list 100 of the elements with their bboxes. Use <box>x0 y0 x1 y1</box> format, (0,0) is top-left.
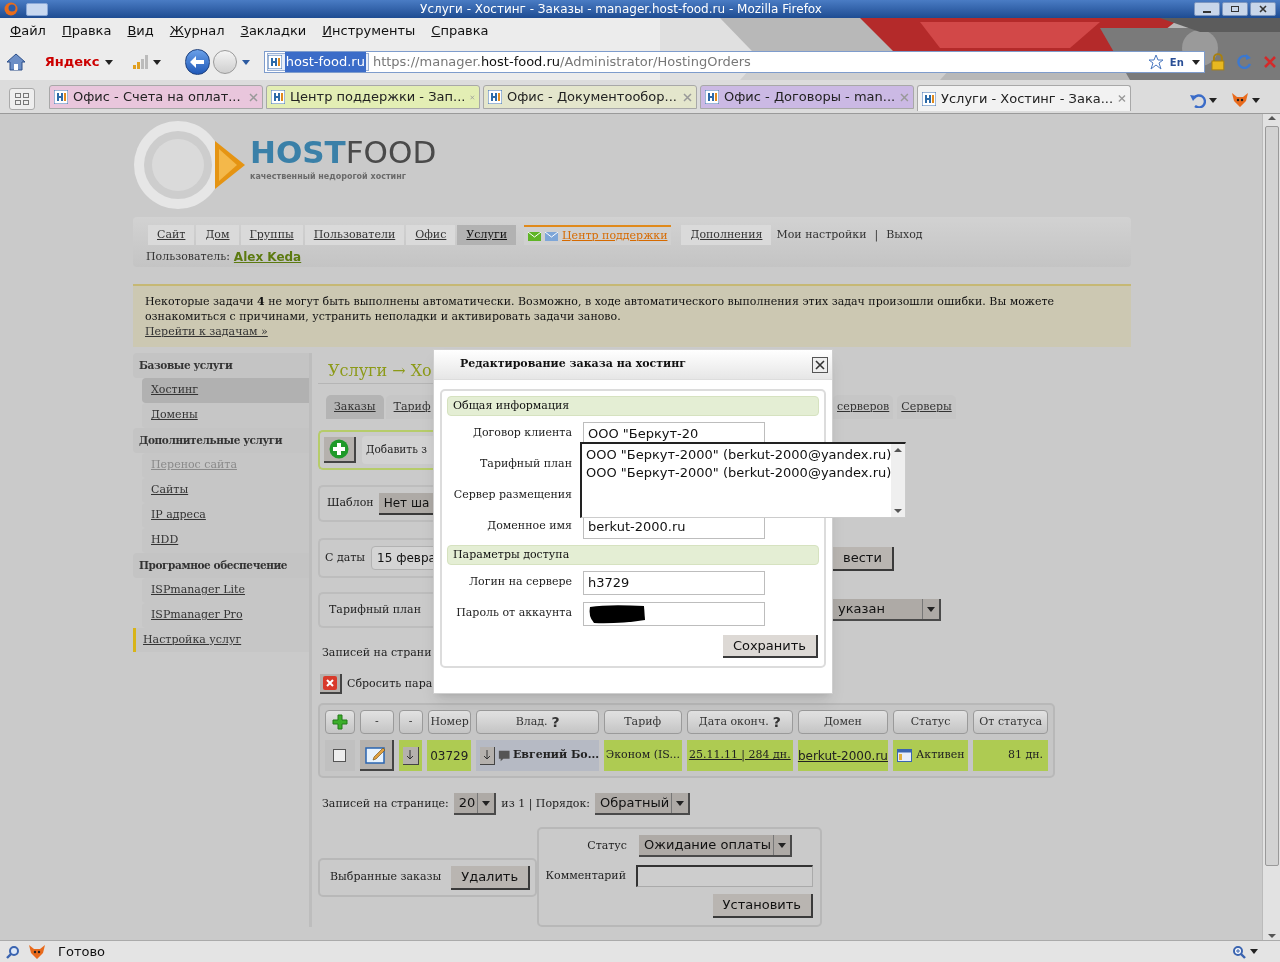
sidebar-item[interactable]: ISPmanager Pro <box>142 603 309 628</box>
sidebar-item[interactable]: Настройка услуг <box>133 628 309 652</box>
nav-tab[interactable]: Группы <box>240 225 303 245</box>
window-menu-icon[interactable] <box>26 2 48 16</box>
edit-button[interactable] <box>359 740 394 771</box>
stop-icon <box>1263 55 1278 69</box>
status-select[interactable]: Ожидание оплаты <box>639 835 792 857</box>
nav-tab[interactable]: Пользователи <box>304 225 405 245</box>
browser-tab[interactable]: Офис - Договоры - man... <box>700 85 914 109</box>
close-button[interactable] <box>812 356 828 373</box>
down-arrow-icon <box>407 750 413 760</box>
menu-item[interactable]: Справка <box>431 21 489 41</box>
sidebar-item[interactable]: Сайты <box>142 478 309 503</box>
column-header[interactable]: Тариф <box>603 710 682 734</box>
password-field[interactable] <box>583 601 765 626</box>
nav-link[interactable]: Выход <box>883 225 926 245</box>
zoom-button[interactable] <box>1232 944 1258 959</box>
add-order-button[interactable]: Добавить з <box>362 436 433 464</box>
sidebar-item[interactable]: Домены <box>142 403 309 428</box>
search-engine-button[interactable]: Яндекс <box>38 50 119 74</box>
input-field[interactable]: h3729 <box>583 570 765 595</box>
sub-tab[interactable]: серверов <box>833 395 894 419</box>
maximize-button[interactable] <box>1222 2 1248 16</box>
set-status-button[interactable]: Установить <box>712 894 813 918</box>
move-down-button[interactable] <box>402 746 419 765</box>
comment-field[interactable] <box>636 865 813 887</box>
sidebar-header: Базовые услуги <box>133 353 309 378</box>
browser-tab[interactable]: Центр поддержки - Зап... <box>266 85 480 109</box>
star-icon[interactable] <box>1147 54 1164 70</box>
save-button[interactable]: Сохранить <box>722 635 818 658</box>
reset-button[interactable] <box>320 674 342 694</box>
browser-tab[interactable]: Офис - Документообор... <box>483 85 697 109</box>
nav-link[interactable]: Мои настройки <box>773 225 870 245</box>
template-select[interactable]: Нет ша <box>378 492 433 515</box>
column-header[interactable]: Дата оконч. ? <box>686 710 794 734</box>
status-text: Готово <box>58 942 106 961</box>
field-label: Тарифный план <box>479 456 572 473</box>
back-button[interactable] <box>184 49 211 75</box>
menu-item[interactable]: Вид <box>127 21 154 41</box>
column-header[interactable]: Влад. ? <box>476 710 599 734</box>
logo-text: HOSTFOOD <box>250 135 437 169</box>
add-order-icon-button[interactable] <box>324 437 356 463</box>
list-scrollbar[interactable] <box>891 444 905 517</box>
menu-item[interactable]: Файл <box>10 21 46 41</box>
search-icon[interactable] <box>6 944 20 959</box>
column-header[interactable]: От статуса <box>973 710 1049 734</box>
menu-item[interactable]: Закладки <box>240 21 307 41</box>
window-icon <box>896 749 912 762</box>
sidebar-item[interactable]: IP адреса <box>142 503 309 528</box>
browser-tab[interactable]: Офис - Счета на оплат... <box>49 85 263 109</box>
sidebar-item[interactable]: HDD <box>142 528 309 553</box>
reload-icon <box>1235 53 1254 71</box>
minimize-button[interactable] <box>1194 2 1220 16</box>
home-button[interactable] <box>5 51 27 73</box>
sidebar-item[interactable]: Хостинг <box>142 378 309 403</box>
tab-list-button[interactable] <box>9 88 35 110</box>
status-text: Активен <box>915 747 965 764</box>
site-identity-badge[interactable]: host-food.ru <box>266 53 369 71</box>
tasks-link[interactable]: Перейти к задачам » <box>145 325 268 338</box>
column-header[interactable]: - <box>359 710 394 734</box>
plan-select[interactable]: указан <box>833 599 941 621</box>
page-size-select[interactable]: 20 <box>453 793 497 815</box>
address-bar[interactable]: host-food.ru https://manager.host-food.ru/Administrator/HostingOrders En <box>263 51 1205 73</box>
menu-item[interactable]: Инструменты <box>322 21 416 41</box>
row-checkbox[interactable] <box>333 749 347 762</box>
close-button[interactable] <box>1250 2 1276 16</box>
add-row-button[interactable] <box>325 710 355 734</box>
keyboard-layout[interactable]: En <box>1169 54 1184 70</box>
sub-tab[interactable]: Заказы <box>326 395 384 419</box>
nav-tab[interactable]: Дополнения <box>681 225 772 245</box>
table-cell: 03729 <box>427 740 472 771</box>
close-icon <box>1259 5 1267 13</box>
column-header[interactable]: Домен <box>798 710 888 734</box>
move-down-button[interactable] <box>480 746 495 765</box>
sub-tab[interactable]: Серверы <box>897 395 956 419</box>
column-header[interactable]: Номер <box>427 710 472 734</box>
order-select[interactable]: Обратный <box>595 793 691 815</box>
nav-tab[interactable]: Дом <box>196 225 239 245</box>
caret-icon <box>676 800 685 806</box>
column-header[interactable]: - <box>398 710 423 734</box>
down-arrow-icon <box>483 750 490 760</box>
undo-icon <box>1190 92 1206 108</box>
reset-label: Сбросить пара <box>347 675 433 692</box>
menu-item[interactable]: Правка <box>61 21 112 41</box>
suggestion-item[interactable]: ООО "Беркут-2000" (berkut-2000@yandex.ru) <box>586 463 892 481</box>
browser-tab[interactable]: Услуги - Хостинг - Зака... <box>917 85 1131 111</box>
fox-icon[interactable] <box>28 943 46 960</box>
sidebar-item[interactable]: ISPmanager Lite <box>142 578 309 603</box>
speech-bubble-icon <box>497 748 510 763</box>
nav-tab[interactable]: Офис <box>406 225 456 245</box>
nav-tab[interactable]: Сайт <box>148 225 195 245</box>
column-header[interactable]: Статус <box>892 710 969 734</box>
field-label: Логин на сервере <box>467 574 572 591</box>
section-header: Параметры доступа <box>447 545 819 565</box>
delete-button[interactable]: Удалить <box>451 865 531 890</box>
menu-item[interactable]: Журнал <box>169 21 225 41</box>
show-button[interactable]: вести <box>833 546 894 571</box>
suggestion-item[interactable]: ООО "Беркут-2000" (berkut-2000@yandex.ru) <box>586 445 892 463</box>
nav-tab[interactable]: Услуги <box>457 225 517 245</box>
scrollbar[interactable] <box>1262 114 1280 940</box>
